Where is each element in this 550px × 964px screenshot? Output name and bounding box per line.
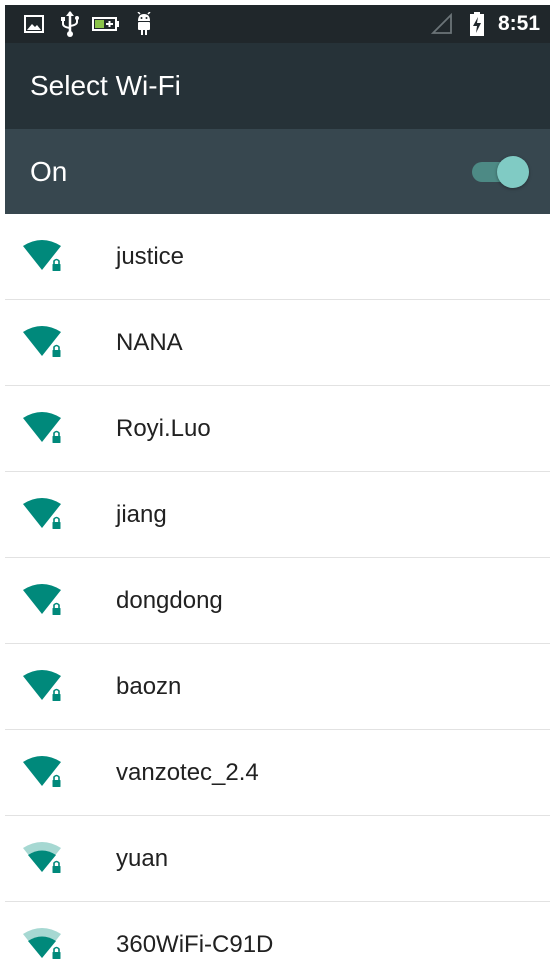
network-ssid: Royi.Luo	[116, 415, 211, 442]
wifi-switch-label: On	[30, 156, 68, 187]
network-row[interactable]: dongdong	[5, 558, 550, 644]
wifi-signal-full-lock-icon	[23, 411, 67, 447]
usb-icon	[59, 5, 81, 43]
signal-empty-icon	[429, 5, 455, 43]
wifi-signal-full-lock-icon	[23, 497, 67, 533]
network-ssid: yuan	[116, 845, 169, 872]
network-row[interactable]: 360WiFi-C91D	[5, 902, 550, 964]
network-row[interactable]: vanzotec_2.4	[5, 730, 550, 816]
battery-charging-icon	[467, 5, 487, 43]
wifi-settings-screen: 8:51 Select Wi-Fi On justice NANA Royi.Luo…	[0, 0, 550, 964]
network-ssid: 360WiFi-C91D	[116, 931, 274, 958]
network-ssid: justice	[116, 243, 185, 270]
network-row[interactable]: justice	[5, 214, 550, 300]
network-ssid: NANA	[116, 329, 183, 356]
image-icon	[23, 5, 45, 43]
network-row[interactable]: jiang	[5, 472, 550, 558]
android-debug-icon	[133, 5, 155, 43]
network-row[interactable]: baozn	[5, 644, 550, 730]
network-ssid: jiang	[116, 501, 167, 528]
wifi-signal-medium-lock-icon	[23, 841, 67, 877]
app-bar: Select Wi-Fi	[5, 43, 550, 129]
wifi-signal-full-lock-icon	[23, 755, 67, 791]
wifi-signal-full-lock-icon	[23, 325, 67, 361]
wifi-signal-medium-lock-icon	[23, 927, 67, 963]
battery-saver-icon	[91, 5, 121, 43]
network-list: justice NANA Royi.Luo jiang dongdong baozn van…	[5, 214, 550, 964]
network-row[interactable]: Royi.Luo	[5, 386, 550, 472]
network-ssid: baozn	[116, 673, 182, 700]
network-row[interactable]: yuan	[5, 816, 550, 902]
wifi-switch-bar[interactable]: On	[5, 129, 550, 214]
network-ssid: dongdong	[116, 587, 223, 614]
network-row[interactable]: NANA	[5, 300, 550, 386]
wifi-signal-full-lock-icon	[23, 583, 67, 619]
wifi-toggle-switch[interactable]	[468, 155, 530, 189]
status-bar: 8:51	[5, 5, 550, 43]
page-title: Select Wi-Fi	[30, 70, 181, 101]
status-time: 8:51	[497, 12, 540, 35]
toggle-thumb	[497, 156, 529, 188]
wifi-signal-full-lock-icon	[23, 239, 67, 275]
network-ssid: vanzotec_2.4	[116, 759, 259, 786]
wifi-signal-full-lock-icon	[23, 669, 67, 705]
